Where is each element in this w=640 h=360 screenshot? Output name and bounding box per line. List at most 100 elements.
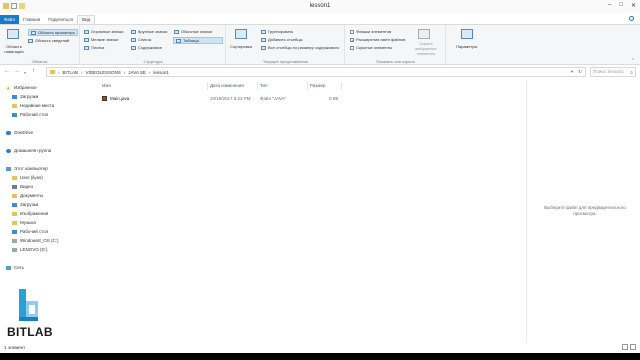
nav-homegroup[interactable]: Домашняя группа <box>6 148 51 153</box>
nav-item-pictures[interactable]: Изображения <box>12 211 48 216</box>
details-view-icon[interactable] <box>622 344 628 350</box>
add-columns-button[interactable]: Добавить столбцы <box>261 37 303 42</box>
title-bar: lesson1 – □ ✕ <box>0 0 640 13</box>
refresh-icon[interactable]: ↻ <box>578 69 582 75</box>
breadcrumb-lesson1[interactable]: lesson1 <box>153 70 169 75</box>
close-button[interactable]: ✕ <box>631 2 636 9</box>
file-size: 0 КБ <box>329 96 339 101</box>
add-columns-icon <box>261 37 266 42</box>
column-header-type[interactable]: Тип <box>260 83 268 88</box>
desktop-icon <box>12 112 17 117</box>
address-bar[interactable]: › BITLAB › VIDEOLESSONS › JAVA SE › less… <box>46 67 586 77</box>
sort-button[interactable]: Сортировка <box>230 44 252 49</box>
column-divider[interactable] <box>257 82 258 90</box>
nav-item-pc-downloads[interactable]: Загрузки <box>12 202 38 207</box>
navigation-pane-button[interactable]: Область навигации <box>2 44 26 54</box>
search-input[interactable]: Поиск: lesson1 ⌕ <box>590 67 636 77</box>
list-icon <box>131 37 136 42</box>
nav-item-user[interactable]: User (ilyas) <box>12 175 43 180</box>
hide-selected-button[interactable]: Скрыть выбранные элементы <box>408 41 444 56</box>
file-extensions-toggle[interactable]: ✓ Расширения имен файлов <box>350 37 405 42</box>
address-dropdown-icon[interactable]: ▾ <box>571 69 573 75</box>
group-by-button[interactable]: Группировать <box>261 29 293 34</box>
column-header-name[interactable]: Имя <box>102 83 111 88</box>
nav-item-documents[interactable]: Документы <box>12 193 43 198</box>
nav-this-pc[interactable]: Этот компьютер <box>6 166 48 171</box>
user-folder-icon <box>12 175 17 180</box>
current-view-group: Сортировка Группировать Добавить столбцы… <box>227 25 345 65</box>
layout-large-icons[interactable]: Крупные значки <box>131 29 167 34</box>
address-bar-row: ← → ▾ ↑ › BITLAB › VIDEOLESSONS › JAVA S… <box>0 66 640 78</box>
maximize-button[interactable]: □ <box>619 2 623 9</box>
size-columns-button[interactable]: Все столбцы по размеру содержимого <box>261 45 339 50</box>
layout-medium-icons[interactable]: Обычные значки <box>174 29 212 34</box>
preview-pane: Выберите файл для предварительного просм… <box>526 80 640 342</box>
nav-item-pc-desktop[interactable]: Рабочий стол <box>12 229 48 234</box>
hidden-items-toggle[interactable]: Скрытые элементы <box>350 45 392 50</box>
hide-selected-icon <box>418 29 430 39</box>
layout-tiles[interactable]: Плитка <box>84 45 104 50</box>
tab-home[interactable]: Главная <box>19 15 44 24</box>
table-row[interactable]: Main.java 10/19/2017 6:23 PM Файл "JAVA"… <box>97 94 397 103</box>
checkbox[interactable] <box>350 29 354 34</box>
nav-item-downloads[interactable]: Загрузки <box>12 94 38 99</box>
bitlab-logo-mark <box>19 289 38 321</box>
tab-share[interactable]: Поделиться <box>44 15 77 24</box>
sort-icon <box>235 29 247 39</box>
file-name: Main.java <box>110 96 130 101</box>
small-icons-icon <box>84 37 89 42</box>
preview-pane-icon <box>31 30 36 35</box>
column-divider[interactable] <box>341 82 342 90</box>
options-icon <box>461 29 473 39</box>
help-icon[interactable] <box>629 16 634 21</box>
column-header-date[interactable]: Дата изменения <box>210 83 244 88</box>
desktop-icon <box>12 229 17 234</box>
large-icons-view-icon[interactable] <box>630 344 636 350</box>
options-button[interactable]: Параметры <box>456 44 477 49</box>
tab-view[interactable]: Вид <box>77 15 96 24</box>
column-header-size[interactable]: Размер <box>310 83 325 88</box>
view-toggle <box>622 344 636 350</box>
up-icon[interactable]: ↑ <box>32 68 35 74</box>
details-pane-button[interactable]: Область сведений <box>28 38 69 43</box>
window-title: lesson1 <box>309 3 331 9</box>
recent-dropdown-icon[interactable]: ▾ <box>24 70 26 75</box>
nav-onedrive[interactable]: OneDrive <box>6 130 33 135</box>
breadcrumb-bitlab[interactable]: BITLAB <box>63 70 79 75</box>
homegroup-icon <box>6 148 11 153</box>
nav-item-desktop[interactable]: Рабочий стол <box>12 112 48 117</box>
collapse-ribbon-icon[interactable]: ⌃ <box>631 58 635 64</box>
layout-content[interactable]: Содержимое <box>131 45 162 50</box>
preview-pane-button[interactable]: Область просмотра <box>28 29 78 36</box>
layout-small-icons[interactable]: Мелкие значки <box>84 37 118 42</box>
forward-icon[interactable]: → <box>14 68 20 74</box>
breadcrumb-videolessons[interactable]: VIDEOLESSONS <box>86 70 121 75</box>
nav-network[interactable]: Сеть <box>6 265 24 270</box>
logo-text: BITLAB <box>7 325 53 339</box>
column-divider[interactable] <box>307 82 308 90</box>
layout-list[interactable]: Список <box>131 37 151 42</box>
layout-details[interactable]: Таблица <box>173 37 223 44</box>
panes-group-label: Области <box>31 59 48 64</box>
options-group: Параметры <box>447 25 487 65</box>
nav-item-drive-c[interactable]: Windows8_OS (C:) <box>12 238 59 243</box>
minimize-button[interactable]: – <box>608 2 611 9</box>
star-icon: ★ <box>6 85 11 92</box>
checkbox[interactable] <box>350 45 354 50</box>
chevron-right-icon: › <box>148 69 151 75</box>
nav-item-music[interactable]: Музыка <box>12 220 36 225</box>
explorer-window: lesson1 – □ ✕ Файл Главная Поделиться Ви… <box>0 0 640 353</box>
item-checkboxes-toggle[interactable]: Флажки элементов <box>350 29 391 34</box>
back-icon[interactable]: ← <box>4 68 10 74</box>
window-controls: – □ ✕ <box>608 2 636 9</box>
nav-favorites[interactable]: ★ Избранное <box>6 85 37 92</box>
nav-item-recent-places[interactable]: Недавние места <box>12 103 54 108</box>
nav-item-videos[interactable]: Видео <box>12 184 33 189</box>
checkbox-checked[interactable]: ✓ <box>350 37 354 42</box>
breadcrumb-java-se[interactable]: JAVA SE <box>128 70 146 75</box>
column-divider[interactable] <box>207 82 208 90</box>
layout-extra-large-icons[interactable]: Огромные значки <box>84 29 123 34</box>
chevron-right-icon: › <box>123 69 126 75</box>
nav-item-drive-d[interactable]: LENOVO (D:) <box>12 247 48 252</box>
tab-file[interactable]: Файл <box>0 15 20 24</box>
